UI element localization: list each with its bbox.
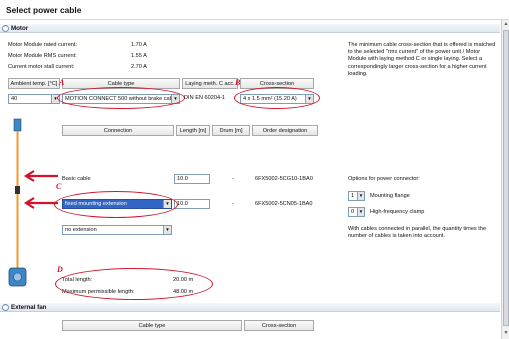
vertical-scrollbar[interactable]: ▲ ▼: [501, 20, 509, 339]
arrow-basic-cable-icon: [23, 170, 58, 182]
connector-options-title: Options for power connector:: [348, 176, 420, 182]
laying-method-value: DIN EN 60204-1: [184, 95, 226, 101]
section-header-motor[interactable]: ⌃ Motor: [0, 24, 500, 33]
annotation-label-a: A: [59, 78, 65, 87]
order-designation-header: Order designation: [252, 125, 318, 136]
title-bar: Select power cable: [0, 0, 509, 20]
laying-method-header: Laying meth. C acc. to: [182, 78, 238, 89]
hf-clamp-label: High-frequency clamp: [370, 209, 425, 215]
extension-length-value: 10.0: [177, 201, 188, 207]
rated-current-label: Motor Module rated current:: [8, 42, 78, 48]
annotation-label-b: B: [235, 78, 241, 87]
annotation-label-d: D: [57, 265, 63, 274]
annotation-oval-d: [55, 268, 213, 300]
collapse-icon[interactable]: ⌃: [2, 304, 9, 311]
rated-current-value: 1.70 A: [131, 42, 147, 48]
annotation-arrows: [23, 170, 58, 209]
mounting-flange-stepper[interactable]: 1 ▼: [348, 191, 365, 201]
stall-current-label: Current motor stall current:: [8, 64, 75, 70]
window-title: Select power cable: [6, 5, 82, 15]
annotation-oval-c: [54, 191, 178, 218]
annotation-oval-b: [234, 87, 320, 109]
extension-drum: -: [232, 201, 234, 207]
hf-clamp-qty: 0: [351, 209, 355, 215]
basic-cable-order: 6FX5002-5CG10-1BA0: [255, 176, 313, 182]
section-title-motor: Motor: [11, 25, 29, 32]
fan-cable-type-header: Cable type: [62, 320, 242, 331]
connection-header: Connection: [62, 125, 174, 136]
second-extension-dropdown[interactable]: no extension ▼: [62, 225, 172, 235]
section-header-external-fan[interactable]: ⌃ External fan: [0, 303, 500, 312]
scrollbar-thumb[interactable]: [503, 30, 509, 326]
dropdown-arrow-icon[interactable]: ▼: [163, 226, 171, 234]
ambient-temp-header: Ambient temp. [°C]: [8, 78, 60, 89]
second-extension-value: no extension: [65, 227, 97, 233]
drum-header: Drum [m]: [212, 125, 250, 136]
stall-current-value: 2.70 A: [131, 64, 147, 70]
mounting-flange-label: Mounting flange: [370, 193, 410, 199]
ambient-temp-value: 40: [11, 96, 18, 102]
cross-section-note: The minimum cable cross-section that is …: [348, 42, 496, 77]
rms-current-label: Motor Module RMS current:: [8, 53, 77, 59]
extension-length-input[interactable]: 10.0: [174, 199, 210, 209]
mounting-flange-qty: 1: [351, 193, 355, 199]
section-title-external-fan: External fan: [11, 304, 47, 311]
basic-cable-label: Basic cable: [62, 176, 91, 182]
scroll-up-icon[interactable]: ▲: [503, 21, 509, 28]
extension-order: 6FX5002-5CN05-1BA0: [255, 201, 313, 207]
basic-cable-length-input[interactable]: 10.0: [174, 174, 210, 184]
annotation-label-c: C: [56, 182, 62, 191]
rms-current-value: 1.55 A: [131, 53, 147, 59]
annotation-oval-a: [57, 87, 185, 109]
basic-cable-length-value: 10.0: [177, 176, 188, 182]
ambient-temp-dropdown[interactable]: 40 ▼: [8, 94, 60, 104]
scroll-down-icon[interactable]: ▼: [503, 330, 509, 337]
top-connector-icon: [13, 118, 22, 132]
fan-cross-section-header: Cross-section: [244, 320, 314, 331]
hf-clamp-stepper[interactable]: 0 ▼: [348, 207, 365, 217]
parallel-cables-note: With cables connected in parallel, the q…: [348, 226, 487, 240]
basic-cable-drum: -: [232, 176, 234, 182]
collapse-icon[interactable]: ⌃: [2, 25, 9, 32]
length-header: Length [m]: [176, 125, 210, 136]
dropdown-arrow-icon[interactable]: ▼: [357, 192, 364, 200]
dropdown-arrow-icon[interactable]: ▼: [357, 208, 364, 216]
